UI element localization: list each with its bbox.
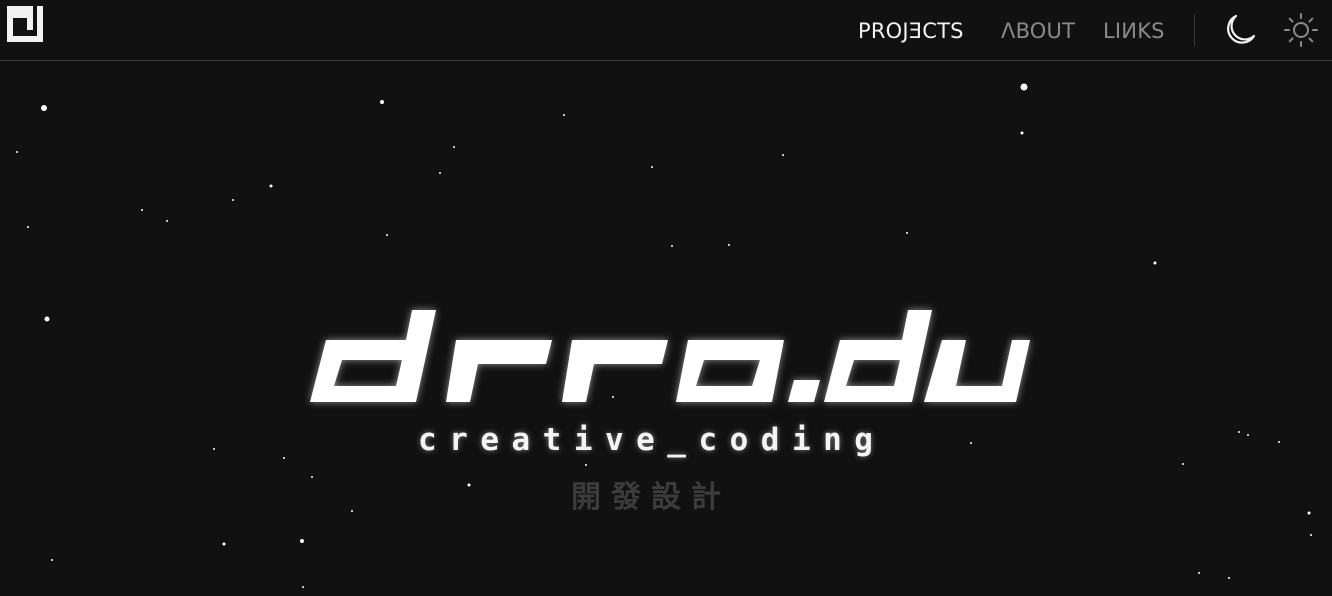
star [380, 100, 384, 104]
star [141, 209, 143, 211]
star [222, 542, 226, 546]
page: PROJƎCTS ΛBOUT LIИKS creative_coding 開發設… [0, 0, 1332, 596]
star [269, 184, 273, 188]
site-logo[interactable] [7, 6, 43, 42]
nav-link-projects[interactable]: PROJƎCTS [858, 19, 964, 43]
star [166, 220, 168, 222]
star [439, 172, 441, 174]
star [1198, 572, 1200, 574]
star [453, 146, 455, 148]
nav-divider [1194, 15, 1195, 46]
star [1020, 83, 1028, 91]
star [671, 245, 673, 247]
moon-icon[interactable] [1222, 12, 1258, 48]
star [728, 244, 730, 246]
hero: creative_coding 開發設計 [0, 300, 1332, 530]
star [1310, 534, 1312, 536]
star [386, 234, 388, 236]
star [302, 586, 304, 588]
hero-title-logotype [310, 310, 1030, 402]
star [1153, 261, 1157, 265]
star [906, 232, 908, 234]
star [651, 166, 653, 168]
site-header: PROJƎCTS ΛBOUT LIИKS [0, 0, 1332, 61]
star [41, 105, 47, 111]
star [782, 154, 784, 156]
hero-subtitle: creative_coding [418, 422, 886, 458]
star [563, 114, 565, 116]
star [300, 539, 304, 543]
star [27, 226, 29, 228]
hero-tagline: 開發設計 [571, 480, 731, 515]
nav-link-about[interactable]: ΛBOUT [1001, 19, 1075, 43]
star [232, 199, 234, 201]
star [51, 559, 53, 561]
star [1020, 131, 1024, 135]
star [1228, 577, 1230, 579]
star [16, 151, 18, 153]
nav-link-links[interactable]: LIИKS [1103, 19, 1165, 43]
sun-icon[interactable] [1283, 12, 1319, 48]
